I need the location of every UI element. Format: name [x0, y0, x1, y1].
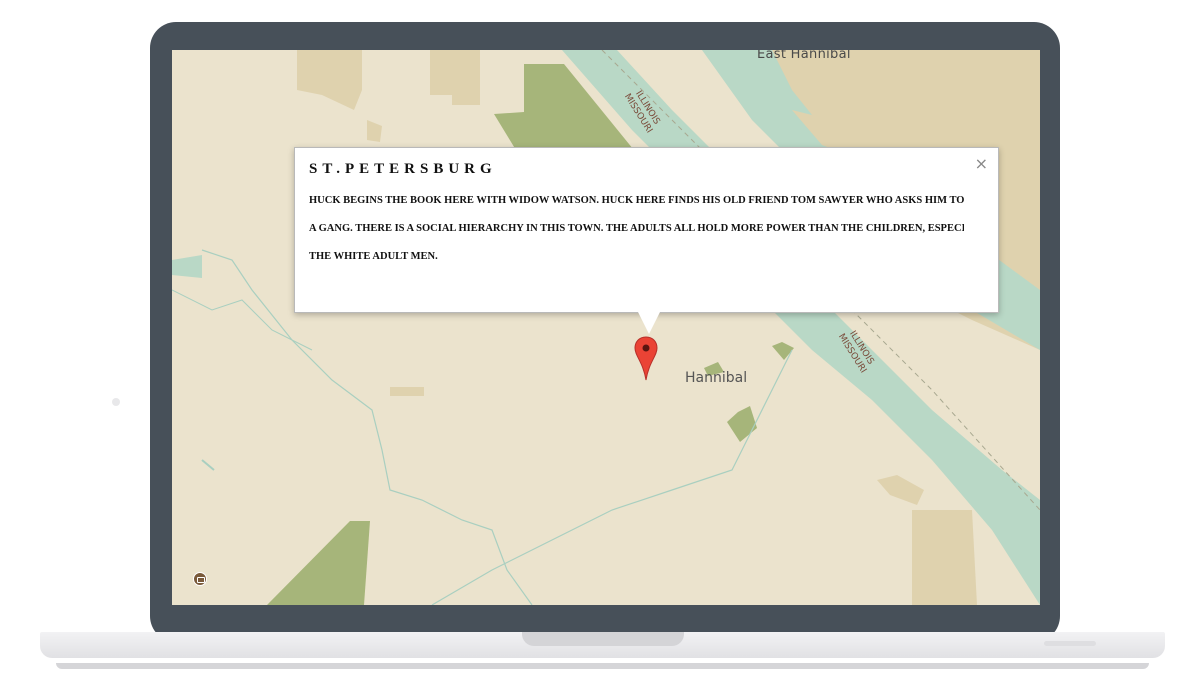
map-canvas[interactable] [172, 50, 1040, 605]
info-window: ST.PETERSBURG × HUCK BEGINS THE BOOK HER… [294, 147, 999, 313]
close-icon[interactable]: × [975, 154, 988, 173]
laptop-base-shadow [56, 663, 1149, 669]
popup-pointer [638, 312, 660, 334]
laptop-notch [522, 632, 684, 646]
museum-icon[interactable] [193, 572, 207, 586]
popup-text-line: THE WHITE ADULT MEN. [309, 251, 438, 262]
popup-description: HUCK BEGINS THE BOOK HERE WITH WIDOW WAT… [309, 187, 964, 277]
popup-title: ST.PETERSBURG [309, 161, 497, 177]
map-urban-area [912, 510, 977, 605]
map-urban-area [390, 387, 424, 396]
laptop-base-slot [1044, 641, 1096, 646]
map-view[interactable]: East Hannibal Hannibal ILLINOIS MISSOURI… [172, 50, 1040, 605]
place-label-hannibal: Hannibal [685, 370, 748, 386]
popup-text-line: HUCK BEGINS THE BOOK HERE WITH WIDOW WAT… [309, 195, 964, 206]
camera-dot [112, 398, 120, 406]
map-pin-icon[interactable] [634, 336, 658, 382]
popup-text-line: A GANG. THERE IS A SOCIAL HIERARCHY IN T… [309, 223, 964, 234]
place-label-east-hannibal: East Hannibal [757, 50, 851, 62]
